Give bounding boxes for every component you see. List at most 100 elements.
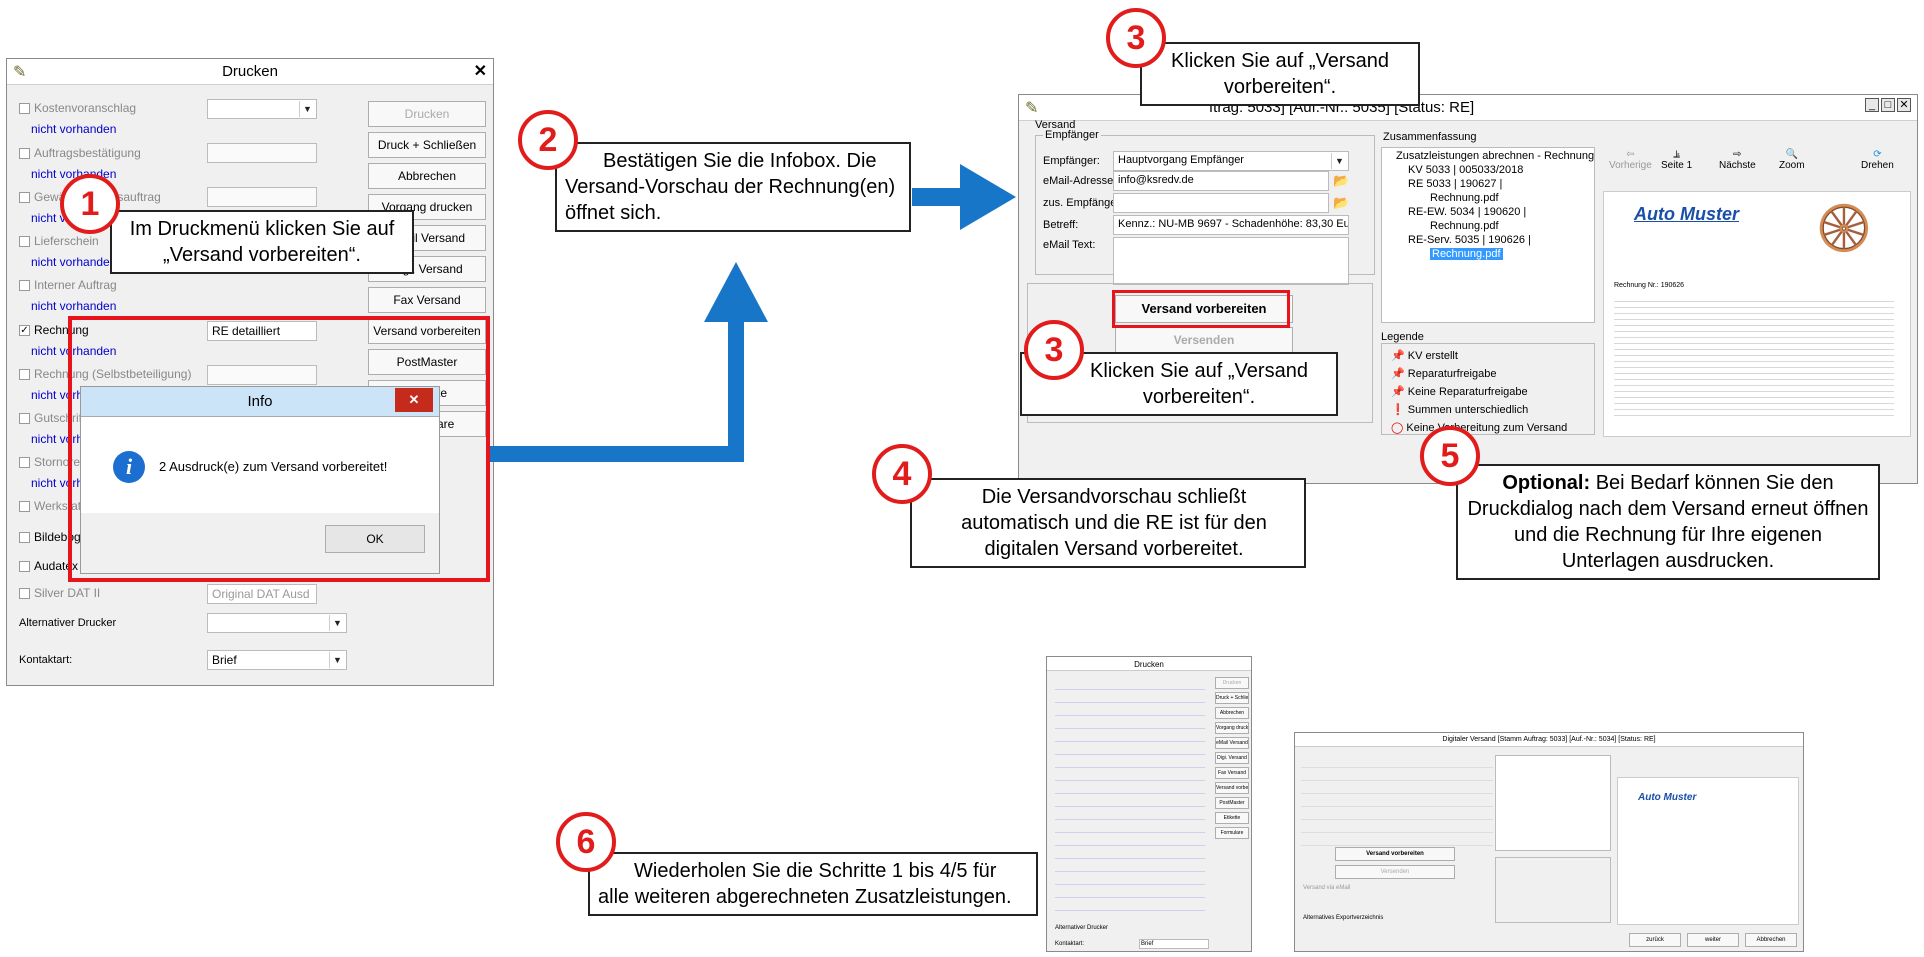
alt-printer-select[interactable]: ▼	[207, 613, 347, 633]
close-icon[interactable]: ✕	[1897, 98, 1911, 112]
contact-select[interactable]: Brief ▼	[207, 650, 347, 670]
print-dialog-small-titlebar: Drucken	[1047, 657, 1251, 671]
postmaster-button-small[interactable]: PostMaster	[1215, 797, 1249, 809]
gewaehrleistung-select[interactable]	[207, 187, 317, 207]
step-number-4: 4	[872, 444, 932, 504]
checkbox-silver-dat[interactable]: Silver DAT II	[19, 586, 100, 600]
step-number-1: 1	[60, 174, 120, 234]
email-button-small[interactable]: eMail Versand	[1215, 737, 1249, 749]
versand-small-titlebar: Digitaler Versand [Stamm Auftrag: 5033] …	[1295, 733, 1803, 747]
zoom-icon: 🔍	[1785, 149, 1798, 160]
versand-small-mail: Versand via eMail	[1303, 885, 1351, 891]
etikette-button-small[interactable]: Etikette	[1215, 812, 1249, 824]
warning-icon: ❗	[1391, 404, 1408, 416]
contact-label: Kontaktart:	[19, 654, 73, 666]
preview-toolbar: ⇦ Vorherige ⫡ Seite 1 ⇨ Nächste 🔍 Zoom ⟳ Dreh…	[1603, 147, 1911, 187]
tree-item[interactable]: RE-Serv. 5035 | 190626 |	[1408, 234, 1531, 246]
folder-icon[interactable]: 📂	[1333, 173, 1349, 189]
back-button-small[interactable]: zurück	[1629, 933, 1681, 947]
tree-item-selected[interactable]: Rechnung.pdf	[1430, 248, 1503, 260]
next-button[interactable]: ⇨ Nächste	[1719, 149, 1756, 171]
tree-item[interactable]: KV 5033 | 005033/2018	[1408, 164, 1523, 176]
versand-small-legend	[1495, 857, 1611, 923]
page-button[interactable]: ⫡ Seite 1	[1661, 149, 1692, 171]
chevron-down-icon: ▼	[329, 615, 345, 631]
callout-step4: Die Versandvorschau schließt automatisch…	[910, 478, 1306, 568]
cancel-button-small[interactable]: Abbrechen	[1215, 707, 1249, 719]
flow-arrow-up-head	[704, 262, 768, 322]
pin-icon: 📌	[1391, 350, 1408, 362]
small-contact-label: Kontaktart:	[1055, 941, 1085, 947]
legend-kv: 📌 KV erstellt	[1391, 350, 1458, 362]
maximize-icon[interactable]: □	[1881, 98, 1895, 112]
digi-button-small[interactable]: Digi. Versand	[1215, 752, 1249, 764]
rotate-button[interactable]: ⟳ Drehen	[1861, 149, 1894, 171]
auftragsbestaetigung-select[interactable]	[207, 143, 317, 163]
cancel-button-small-v[interactable]: Abbrechen	[1745, 933, 1797, 947]
fax-versand-button[interactable]: Fax Versand	[368, 287, 486, 313]
vorbereiten-button-small[interactable]: Versand vorbereiten	[1215, 782, 1249, 794]
highlight-vorbereiten	[1112, 290, 1290, 328]
summary-title: Zusammenfassung	[1383, 131, 1477, 143]
callout-step3a: Klicken Sie auf „Versand vorbereiten“.	[1140, 42, 1420, 106]
close-icon[interactable]: ✕	[395, 388, 433, 412]
formulare-button-small[interactable]: Formulare	[1215, 827, 1249, 839]
empfaenger-group-label: Empfänger	[1043, 129, 1101, 141]
arrow-left-icon: ⇦	[1626, 149, 1635, 160]
zoom-button[interactable]: 🔍 Zoom	[1779, 149, 1805, 171]
flow-arrow-right	[912, 188, 966, 206]
alt-printer-label: Alternativer Drucker	[19, 617, 117, 629]
print-close-button-small[interactable]: Druck + Schließen	[1215, 692, 1249, 704]
empfaenger-select[interactable]: Hauptvorgang Empfänger ▼	[1113, 151, 1349, 171]
emailtext-area[interactable]	[1113, 237, 1349, 285]
small-alt-printer: Alternativer Drucker	[1055, 925, 1109, 931]
versand-small-title: Digitaler Versand [Stamm Auftrag: 5033] …	[1442, 736, 1656, 743]
tree-item[interactable]: Rechnung.pdf	[1430, 220, 1499, 232]
tree-item[interactable]: RE-EW. 5034 | 190620 |	[1408, 206, 1526, 218]
prev-button[interactable]: ⇦ Vorherige	[1609, 149, 1652, 171]
betreff-input[interactable]: Kennz.: NU-MB 9697 - Schadenhöhe: 83,30 …	[1113, 215, 1349, 235]
tree-item[interactable]: Rechnung.pdf	[1430, 192, 1499, 204]
legend-freigabe: 📌 Reparaturfreigabe	[1391, 368, 1497, 380]
tree-item[interactable]: Zusatzleistungen abrechnen - Rechnungen …	[1396, 150, 1594, 162]
kostenvoranschlag-select[interactable]: ▼	[207, 99, 317, 119]
print-button[interactable]: Drucken	[368, 101, 486, 127]
checkbox-interner-auftrag[interactable]: Interner Auftrag	[19, 278, 117, 292]
pencil-icon: ✎	[1025, 100, 1039, 117]
close-icon[interactable]: ✕	[474, 61, 487, 81]
print-button-small[interactable]: Drucken	[1215, 677, 1249, 689]
versand-small-brand: Auto Muster	[1638, 792, 1697, 803]
checkbox-lieferschein[interactable]: Lieferschein	[19, 234, 99, 248]
minimize-icon[interactable]: _	[1865, 98, 1879, 112]
step-number-3b: 3	[1024, 320, 1084, 380]
window-controls: _ □ ✕	[1865, 98, 1911, 112]
preview-page: Auto Muster 🛞 Rechnung Nr.: 190626	[1603, 191, 1911, 437]
versand-small-versenden[interactable]: Versenden	[1335, 865, 1455, 879]
email-input[interactable]: info@ksredv.de	[1113, 171, 1329, 191]
fax-button-small[interactable]: Fax Versand	[1215, 767, 1249, 779]
chevron-down-icon: ▼	[329, 652, 345, 668]
summary-tree: Zusatzleistungen abrechnen - Rechnungen …	[1381, 147, 1595, 323]
pin-icon: 📌	[1391, 368, 1408, 380]
chevron-down-icon: ▼	[1331, 153, 1347, 169]
cancel-button[interactable]: Abbrechen	[368, 163, 486, 189]
folder-icon[interactable]: 📂	[1333, 195, 1349, 211]
small-contact-value[interactable]: Brief	[1139, 939, 1209, 949]
zus-empfaenger-input[interactable]	[1113, 193, 1329, 213]
empfaenger-label: Empfänger:	[1043, 155, 1100, 167]
info-message: 2 Ausdruck(e) zum Versand vorbereitet!	[159, 459, 388, 474]
ok-button[interactable]: OK	[325, 525, 425, 553]
versand-small-vorbereiten[interactable]: Versand vorbereiten	[1335, 847, 1455, 861]
step-number-5: 5	[1420, 426, 1480, 486]
versand-small-export: Alternatives Exportverzeichnis	[1303, 915, 1384, 921]
next-button-small[interactable]: weiter	[1687, 933, 1739, 947]
checkbox-kostenvoranschlag[interactable]: Kostenvoranschlag	[19, 101, 136, 115]
print-close-button[interactable]: Druck + Schließen	[368, 132, 486, 158]
vorgang-button-small[interactable]: Vorgang drucken	[1215, 722, 1249, 734]
silver-dat-select[interactable]: Original DAT Ausd	[207, 584, 317, 604]
tree-item[interactable]: RE 5033 | 190627 |	[1408, 178, 1502, 190]
chevron-down-icon: ▼	[299, 101, 315, 117]
preview-invoice-number: Rechnung Nr.: 190626	[1614, 282, 1685, 289]
checkbox-auftragsbestaetigung[interactable]: Auftragsbestätigung	[19, 146, 141, 160]
info-dialog: Info ✕ i 2 Ausdruck(e) zum Versand vorbe…	[80, 386, 440, 574]
